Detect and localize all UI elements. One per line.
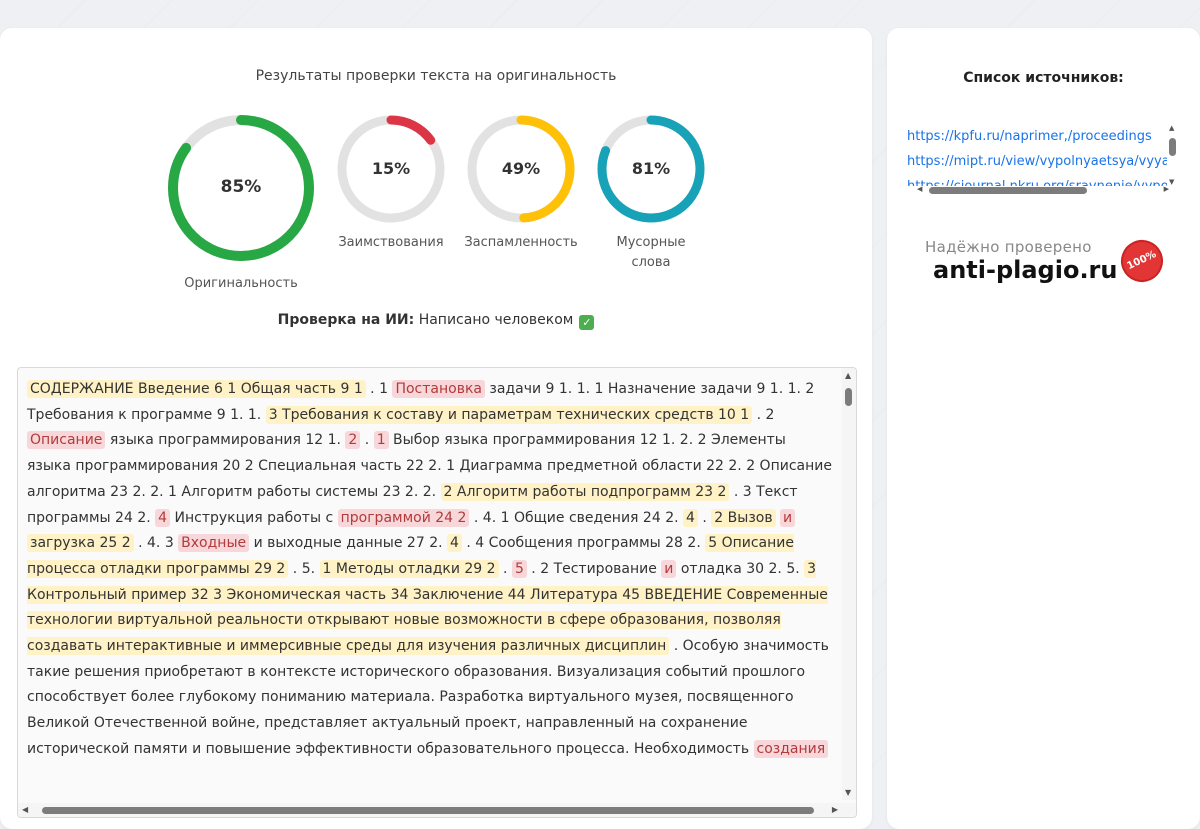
scroll-down-icon[interactable]: ▼: [1169, 178, 1174, 186]
sources-horizontal-scroll-thumb[interactable]: [929, 187, 1087, 194]
text-segment: . 2 Тестирование: [526, 560, 662, 577]
highlight-partial-match[interactable]: 2 Вызов: [711, 508, 776, 527]
highlight-partial-match[interactable]: 3 Требования к составу и параметрам техн…: [265, 405, 753, 424]
source-link[interactable]: https://kpfu.ru/naprimer,/proceedings: [907, 124, 1167, 149]
sources-title: Список источников:: [963, 70, 1124, 86]
highlight-partial-match[interactable]: 4: [683, 508, 698, 527]
highlight-exact-match[interactable]: и: [661, 559, 677, 578]
text-segment: . Особую значимость такие решения приобр…: [27, 638, 829, 757]
text-segment: . 4. 3: [133, 535, 179, 552]
text-segment: языка программирования 12 1.: [105, 432, 346, 449]
text-segment: и выходные данные 27 2.: [249, 535, 447, 552]
seal-100-icon: 100%: [1114, 233, 1170, 289]
text-segment: .: [498, 560, 512, 577]
text-segment: .: [360, 432, 374, 449]
text-segment: . 5.: [288, 560, 320, 577]
highlight-exact-match[interactable]: 2: [345, 431, 361, 450]
highlight-exact-match[interactable]: создания: [753, 739, 829, 758]
highlight-partial-match[interactable]: 1 Методы отладки 29 2: [319, 559, 499, 578]
sources-vertical-scrollbar[interactable]: ▲ ▼: [1167, 124, 1179, 186]
text-segment: .: [697, 509, 712, 526]
gauge-value: 85%: [220, 176, 262, 197]
highlight-partial-match[interactable]: 4: [447, 534, 462, 553]
text-segment: . 2: [752, 406, 775, 423]
scroll-up-icon[interactable]: ▲: [1169, 124, 1174, 132]
text-segment: Инструкция работы с: [170, 509, 338, 526]
highlight-partial-match[interactable]: загрузка 25 2: [27, 534, 134, 553]
scroll-right-icon[interactable]: ▶: [832, 805, 838, 814]
gauge-originality: 85%: [163, 110, 319, 266]
scroll-right-icon[interactable]: ▶: [1164, 185, 1169, 193]
gauge-label: Заимствования: [338, 235, 444, 250]
highlight-exact-match[interactable]: Постановка: [392, 380, 485, 398]
gauge-label: Оригинальность: [184, 276, 298, 291]
scroll-down-icon[interactable]: ▼: [845, 788, 851, 797]
highlight-exact-match[interactable]: 4: [155, 508, 171, 527]
text-vertical-scroll-thumb[interactable]: [845, 388, 852, 406]
highlight-partial-match[interactable]: 2 Алгоритм работы подпрограмм 23 2: [440, 482, 730, 501]
sources-vertical-scroll-thumb[interactable]: [1169, 138, 1176, 156]
gauge-value: 81%: [631, 158, 671, 178]
gauge-value: 15%: [371, 158, 411, 178]
gauge-label: Мусорные слова: [616, 235, 686, 270]
scroll-up-icon[interactable]: ▲: [845, 371, 851, 380]
sources-panel: Список источников: https://kpfu.ru/napri…: [887, 28, 1200, 829]
results-title: Результаты проверки текста на оригинальн…: [255, 68, 617, 84]
text-segment: . 4 Сообщения программы 28 2.: [461, 535, 706, 552]
source-link[interactable]: https://mipt.ru/view/vypolnyaetsya/vyyav…: [907, 149, 1167, 174]
sources-list[interactable]: https://kpfu.ru/naprimer,/proceedings ht…: [907, 124, 1167, 186]
check-mark-icon: ✓: [579, 315, 595, 330]
text-segment: отладка 30 2. 5.: [676, 560, 805, 577]
ai-check: Проверка на ИИ: Написано человеком ✓: [0, 312, 872, 330]
gauge-junk: 81%: [593, 111, 709, 227]
scroll-left-icon[interactable]: ◀: [22, 805, 28, 814]
text-horizontal-scroll-thumb[interactable]: [42, 807, 814, 814]
gauge-borrowings: 15%: [333, 111, 449, 227]
verified-badge: Надёжно проверено anti-plagio.ru 100%: [925, 233, 1170, 289]
ai-check-value: Написано человеком: [418, 312, 574, 328]
document-text: СОДЕРЖАНИЕ Введение 6 1 Общая часть 9 1 …: [27, 377, 833, 763]
highlight-partial-match[interactable]: СОДЕРЖАНИЕ Введение 6 1 Общая часть 9 1: [27, 380, 366, 398]
highlight-exact-match[interactable]: и: [780, 508, 796, 527]
text-vertical-scrollbar[interactable]: ▲ ▼: [842, 368, 856, 800]
badge-caption: Надёжно проверено: [925, 238, 1092, 256]
highlight-exact-match[interactable]: 1: [373, 431, 389, 450]
gauge-label: Заспамленность: [464, 235, 578, 250]
gauge-value: 49%: [501, 158, 541, 178]
highlight-exact-match[interactable]: программой 24 2: [337, 508, 470, 527]
document-text-area[interactable]: СОДЕРЖАНИЕ Введение 6 1 Общая часть 9 1 …: [17, 367, 857, 818]
gauge-spam: 49%: [463, 111, 579, 227]
scroll-left-icon[interactable]: ◀: [917, 185, 922, 193]
highlight-exact-match[interactable]: Описание: [27, 431, 106, 450]
text-segment: . 1: [365, 381, 393, 397]
text-horizontal-scrollbar[interactable]: ◀ ▶: [18, 803, 856, 817]
text-segment: . 4. 1 Общие сведения 24 2.: [469, 509, 684, 526]
badge-brand: anti-plagio.ru: [933, 256, 1118, 284]
highlight-exact-match[interactable]: 5: [511, 559, 527, 578]
sources-horizontal-scrollbar[interactable]: ◀ ▶: [915, 185, 1169, 195]
ai-check-label: Проверка на ИИ:: [277, 312, 415, 328]
results-panel: Результаты проверки текста на оригинальн…: [0, 28, 872, 829]
highlight-exact-match[interactable]: Входные: [178, 534, 250, 553]
